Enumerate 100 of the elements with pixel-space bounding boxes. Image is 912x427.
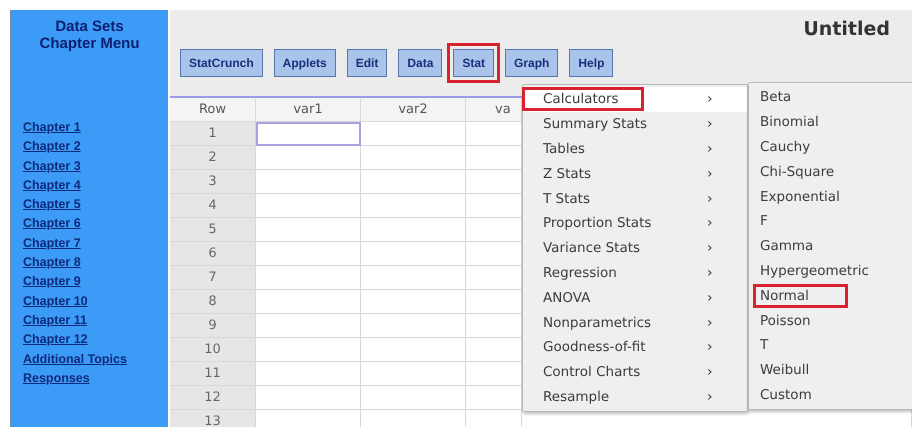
chapter-link[interactable]: Additional Topics — [23, 350, 127, 369]
menu-item-label: Resample — [542, 388, 610, 407]
chapter-link[interactable]: Chapter 12 — [23, 330, 88, 350]
table-cell[interactable] — [466, 194, 522, 218]
menu-item[interactable]: Cauchy — [749, 134, 912, 160]
menu-item-label: Cauchy — [759, 138, 812, 157]
table-cell[interactable] — [361, 266, 466, 290]
table-cell[interactable] — [466, 290, 522, 314]
chevron-icon: › — [707, 339, 747, 356]
menu-item[interactable]: Binomial — [749, 110, 912, 135]
table-cell[interactable] — [466, 338, 522, 362]
table-cell[interactable] — [256, 170, 361, 194]
menu-item[interactable]: Exponential — [749, 184, 912, 209]
menu-item[interactable]: T — [749, 332, 912, 358]
menu-item[interactable]: Custom — [749, 382, 912, 408]
chapter-link[interactable]: Chapter 6 — [23, 214, 81, 234]
chapter-link[interactable]: Chapter 3 — [23, 156, 81, 176]
table-cell[interactable] — [522, 410, 912, 427]
table-cell[interactable] — [256, 242, 361, 266]
table-cell[interactable] — [466, 218, 522, 242]
table-cell[interactable] — [256, 410, 361, 427]
table-cell[interactable] — [466, 386, 522, 410]
menu-item[interactable]: Weibull — [749, 358, 912, 383]
column-header[interactable]: var1 — [256, 98, 361, 122]
table-cell[interactable] — [361, 242, 466, 266]
row-number: 9 — [170, 314, 256, 338]
table-cell[interactable] — [361, 362, 466, 386]
menu-item-label: Regression — [542, 264, 618, 283]
chapter-link[interactable]: Chapter 5 — [23, 195, 81, 214]
menu-item[interactable]: Regression › — [523, 260, 747, 286]
menu-item[interactable]: Gamma — [749, 234, 912, 259]
menu-item[interactable]: Resample › — [523, 384, 747, 410]
row-number: 8 — [170, 290, 256, 314]
table-cell[interactable] — [361, 218, 466, 242]
table-cell[interactable] — [256, 314, 361, 338]
table-cell[interactable] — [256, 266, 361, 290]
table-cell[interactable] — [466, 362, 522, 386]
menu-item[interactable]: Normal — [749, 283, 912, 308]
column-header[interactable]: va — [466, 98, 522, 122]
chapter-link[interactable]: Chapter 11 — [23, 310, 87, 330]
menu-item[interactable]: Tables › — [523, 136, 747, 162]
chevron-icon: › — [707, 140, 747, 157]
chapter-link[interactable]: Chapter 4 — [23, 176, 81, 196]
menu-button[interactable]: Stat — [447, 43, 500, 83]
column-header[interactable]: Row — [170, 98, 256, 122]
table-cell[interactable] — [361, 170, 466, 194]
menu-item[interactable]: F — [749, 208, 912, 234]
table-cell[interactable] — [256, 362, 361, 386]
table-cell[interactable] — [466, 266, 522, 290]
menu-item-label: Nonparametrics — [542, 314, 652, 333]
row-number: 5 — [170, 218, 256, 242]
menu-item[interactable]: Control Charts › — [523, 360, 747, 385]
table-cell[interactable] — [361, 290, 466, 314]
table-cell[interactable] — [466, 170, 522, 194]
table-cell[interactable] — [256, 194, 361, 218]
menu-item[interactable]: T Stats › — [523, 186, 747, 211]
menu-item[interactable]: Nonparametrics › — [523, 310, 747, 335]
menu-item[interactable]: Proportion Stats › — [523, 210, 747, 236]
menu-item[interactable]: Variance Stats › — [523, 236, 747, 261]
menu-item[interactable]: Z Stats › — [523, 161, 747, 186]
table-cell[interactable] — [361, 314, 466, 338]
table-cell[interactable] — [361, 386, 466, 410]
table-cell[interactable] — [466, 314, 522, 338]
table-cell[interactable] — [256, 290, 361, 314]
menu-item[interactable]: Beta — [749, 85, 912, 110]
table-cell[interactable] — [361, 146, 466, 170]
chapter-link[interactable]: Chapter 8 — [23, 253, 81, 272]
menu-item[interactable]: ANOVA › — [523, 285, 747, 310]
table-cell[interactable] — [361, 122, 466, 146]
column-header[interactable]: var2 — [361, 98, 466, 122]
table-cell[interactable] — [256, 218, 361, 242]
table-cell[interactable] — [256, 338, 361, 362]
chevron-icon: › — [707, 388, 747, 405]
table-cell[interactable] — [256, 122, 361, 146]
chapter-link[interactable]: Chapter 9 — [23, 272, 81, 292]
menu-item-label: Z Stats — [542, 164, 592, 184]
chapter-link[interactable]: Chapter 10 — [23, 292, 88, 311]
chapter-link[interactable]: Chapter 2 — [23, 137, 81, 157]
chevron-icon: › — [707, 166, 747, 182]
table-cell[interactable] — [361, 410, 466, 427]
chapter-link[interactable]: Responses — [23, 368, 90, 388]
table-cell[interactable] — [466, 410, 522, 427]
menu-item[interactable]: Calculators › — [523, 87, 747, 112]
table-cell[interactable] — [256, 146, 361, 170]
menu-item-label: Calculators — [522, 87, 644, 112]
table-cell[interactable] — [466, 146, 522, 170]
chevron-icon: › — [707, 264, 747, 281]
chapter-link[interactable]: Chapter 7 — [23, 234, 81, 254]
table-cell[interactable] — [466, 122, 522, 146]
menu-item[interactable]: Chi-Square — [749, 159, 912, 184]
menu-item[interactable]: Summary Stats › — [523, 112, 747, 137]
table-cell[interactable] — [361, 338, 466, 362]
table-cell[interactable] — [466, 242, 522, 266]
menu-item[interactable]: Goodness-of-fit › — [523, 334, 747, 360]
table-cell[interactable] — [361, 194, 466, 218]
table-cell[interactable] — [256, 386, 361, 410]
chapter-link[interactable]: Chapter 1 — [23, 118, 81, 138]
menu-item-label: Chi-Square — [759, 162, 836, 182]
menu-item[interactable]: Hypergeometric — [749, 258, 912, 284]
menu-item[interactable]: Poisson — [749, 308, 912, 333]
